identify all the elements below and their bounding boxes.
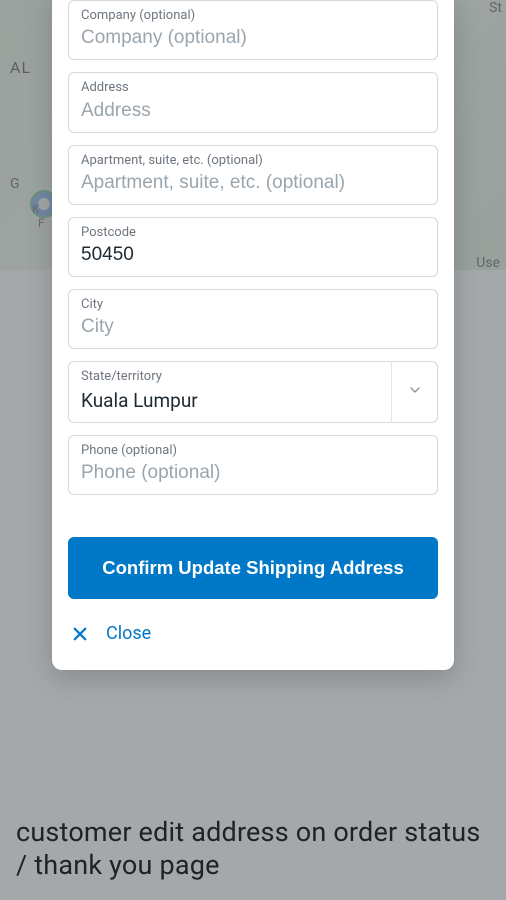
apartment-input[interactable] (81, 172, 425, 194)
state-select[interactable]: Kuala Lumpur (81, 389, 391, 412)
state-field-wrapper[interactable]: State/territory Kuala Lumpur (68, 361, 438, 422)
screenshot-caption: customer edit address on order status / … (16, 816, 490, 882)
postcode-field-wrapper[interactable]: Postcode (68, 217, 438, 277)
address-field-wrapper[interactable]: Address (68, 72, 438, 132)
postcode-label: Postcode (81, 226, 425, 240)
address-label: Address (81, 81, 425, 95)
city-field-wrapper[interactable]: City (68, 289, 438, 349)
phone-field-wrapper[interactable]: Phone (optional) (68, 435, 438, 495)
address-input[interactable] (81, 100, 425, 122)
phone-input[interactable] (81, 462, 425, 484)
close-icon (70, 624, 90, 644)
phone-label: Phone (optional) (81, 444, 425, 458)
apartment-label: Apartment, suite, etc. (optional) (81, 154, 425, 168)
edit-shipping-address-modal: Company (optional) Address Apartment, su… (52, 0, 454, 670)
city-input[interactable] (81, 316, 425, 338)
close-button[interactable]: Close (68, 619, 438, 648)
close-label: Close (106, 623, 151, 644)
state-select-caret[interactable] (391, 362, 437, 421)
company-input[interactable] (81, 27, 425, 49)
company-field-wrapper[interactable]: Company (optional) (68, 0, 438, 60)
confirm-update-shipping-address-button[interactable]: Confirm Update Shipping Address (68, 537, 438, 599)
apartment-field-wrapper[interactable]: Apartment, suite, etc. (optional) (68, 145, 438, 205)
company-label: Company (optional) (81, 9, 425, 23)
chevron-down-icon (407, 382, 423, 402)
city-label: City (81, 298, 425, 312)
postcode-input[interactable] (81, 244, 425, 266)
state-label: State/territory (81, 370, 391, 384)
